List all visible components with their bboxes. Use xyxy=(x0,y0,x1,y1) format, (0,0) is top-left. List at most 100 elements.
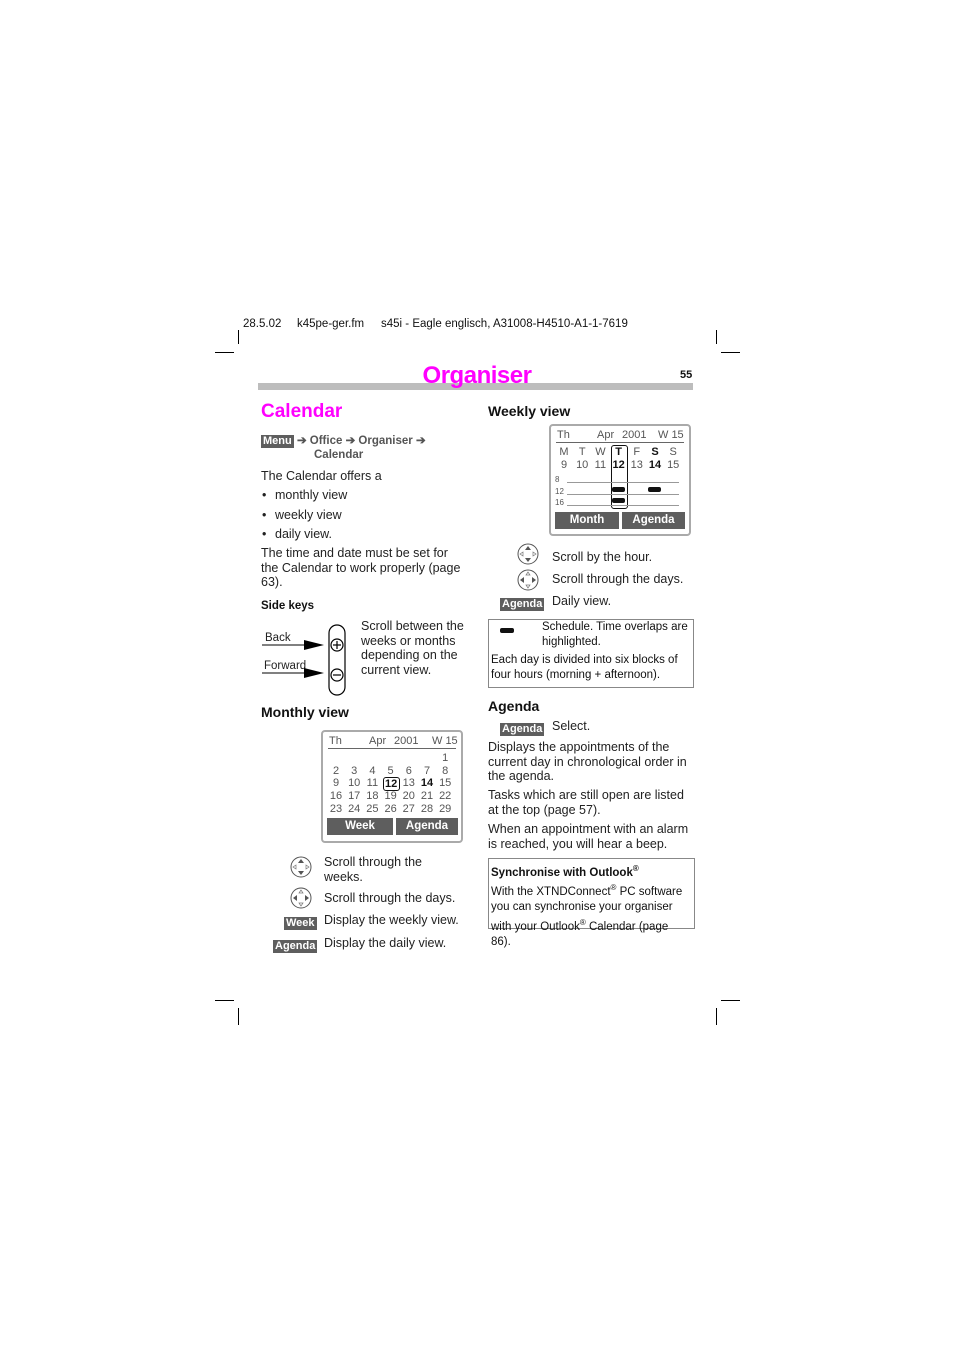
calendar-day: 20 xyxy=(402,790,415,803)
menu-path: Menu ➔ Office ➔ Organiser ➔ Calendar xyxy=(261,434,461,462)
calendar-day: 27 xyxy=(402,802,415,815)
sync-text-part: With the XTNDConnect xyxy=(491,885,611,898)
instruction-text: Display the daily view. xyxy=(324,936,447,950)
crop-mark xyxy=(238,1008,239,1025)
bullet-item: monthly view xyxy=(262,488,347,502)
calendar-day: 22 xyxy=(439,790,452,803)
instruction-text: Scroll through the weeks. xyxy=(324,855,422,884)
hour-line xyxy=(567,505,679,506)
week-date: 11 xyxy=(594,459,607,471)
calendar-day: 8 xyxy=(442,764,449,777)
calendar-day: 6 xyxy=(405,764,412,777)
arrow-icon: ➔ xyxy=(415,435,426,447)
screen-year: 2001 xyxy=(622,429,647,441)
week-date: 9 xyxy=(560,459,568,471)
intro-text: The Calendar offers a xyxy=(261,469,382,483)
page-number: 55 xyxy=(680,369,693,381)
screen-day: Th xyxy=(329,735,342,747)
week-date: 14 xyxy=(648,459,662,471)
nav-up-down-icon xyxy=(290,856,312,878)
agenda-paragraph: Tasks which are still open are listed at… xyxy=(488,788,684,817)
screen-divider xyxy=(556,442,684,443)
header-file: k45pe-ger.fm xyxy=(297,318,365,330)
softkey-agenda[interactable]: Agenda xyxy=(396,818,458,835)
calendar-day: 29 xyxy=(439,802,452,815)
registered-mark: ® xyxy=(632,864,639,873)
instruction-text: Display the weekly view. xyxy=(324,913,459,927)
weekday-label: T xyxy=(578,446,586,458)
menu-key[interactable]: Menu xyxy=(261,435,294,448)
screen-week: W 15 xyxy=(658,429,684,441)
agenda-key[interactable]: Agenda xyxy=(500,723,545,736)
hour-line xyxy=(567,482,679,483)
path-step: Organiser xyxy=(358,435,413,447)
softkey-month[interactable]: Month xyxy=(555,512,619,529)
calendar-day: 26 xyxy=(384,802,397,815)
schedule-icon xyxy=(500,628,514,633)
arrow-icon: ➔ xyxy=(296,435,307,447)
calendar-day: 17 xyxy=(348,790,361,803)
header-date: 28.5.02 xyxy=(243,318,282,330)
weekday-label: S xyxy=(669,446,677,458)
chapter-title: Organiser xyxy=(0,362,954,390)
chapter-title-text: Organiser xyxy=(422,362,532,389)
nav-up-down-icon xyxy=(517,543,539,565)
screen-day: Th xyxy=(557,429,570,441)
hour-line xyxy=(567,493,679,495)
nav-left-right-icon xyxy=(290,887,312,909)
weekday-label: M xyxy=(559,446,569,458)
hour-label: 12 xyxy=(555,486,564,496)
screen-month: Apr xyxy=(597,429,615,441)
blocks-text: Each day is divided into six blocks of f… xyxy=(491,654,678,681)
calendar-day: 24 xyxy=(348,802,361,815)
calendar-day: 25 xyxy=(366,802,379,815)
agenda-key[interactable]: Agenda xyxy=(500,598,545,611)
calendar-day: 4 xyxy=(369,764,376,777)
softkey-week[interactable]: Week xyxy=(327,818,393,835)
weekly-view-heading: Weekly view xyxy=(488,403,571,419)
week-key[interactable]: Week xyxy=(284,917,317,930)
side-keys-heading: Side keys xyxy=(261,600,315,612)
schedule-text: Schedule. Time overlaps are highlighted. xyxy=(542,621,688,648)
week-date: 10 xyxy=(576,459,589,471)
week-date: 13 xyxy=(630,459,643,471)
setup-note: The time and date must be set for the Ca… xyxy=(261,546,461,589)
side-keys-graphic xyxy=(262,624,346,696)
path-step: Office xyxy=(309,435,343,447)
crop-mark xyxy=(215,352,234,353)
sync-title-text: Synchronise with Outlook xyxy=(491,866,633,879)
screen-month: Apr xyxy=(369,735,387,747)
calendar-day: 19 xyxy=(384,790,397,803)
hour-label: 8 xyxy=(555,475,560,484)
crop-mark xyxy=(721,1000,740,1001)
header-doc: englisch, A31008-H4510-A1-1-7619 xyxy=(445,318,628,330)
crop-mark xyxy=(716,330,717,344)
section-title: Calendar xyxy=(261,401,343,422)
instruction-text: Scroll by the hour. xyxy=(552,550,653,564)
calendar-day: 18 xyxy=(366,790,379,803)
crop-mark xyxy=(716,1008,717,1025)
agenda-key-text: Select. xyxy=(552,719,591,733)
instruction-text: Scroll through the days. xyxy=(324,891,456,905)
calendar-day: 3 xyxy=(351,764,358,777)
monthly-view-screen: Th Apr 2001 W 15 1 2 3 4 5 6 7 8 9 10 11 12 13 14 15 16… xyxy=(321,730,463,843)
softkey-agenda[interactable]: Agenda xyxy=(622,512,685,529)
agenda-paragraph: Displays the appointments of the current… xyxy=(488,740,687,783)
side-keys-description: Scroll between the weeks or months depen… xyxy=(361,619,464,677)
calendar-day: 7 xyxy=(423,764,431,777)
weekday-label: F xyxy=(633,446,641,458)
week-date: 15 xyxy=(667,459,680,471)
calendar-day: 5 xyxy=(387,764,394,777)
path-step: Calendar xyxy=(314,449,364,461)
calendar-day: 23 xyxy=(329,802,343,815)
screen-divider xyxy=(328,748,456,749)
instruction-text: Scroll through the days. xyxy=(552,572,684,586)
instruction-text: Daily view. xyxy=(552,594,612,608)
legend-box: Schedule. Time overlaps are highlighted.… xyxy=(488,619,694,688)
screen-week: W 15 xyxy=(432,735,458,747)
agenda-key[interactable]: Agenda xyxy=(273,940,318,953)
calendar-day: 28 xyxy=(420,802,434,815)
crop-mark xyxy=(721,352,740,353)
bullet-item: weekly view xyxy=(262,508,342,522)
agenda-heading: Agenda xyxy=(488,698,540,714)
